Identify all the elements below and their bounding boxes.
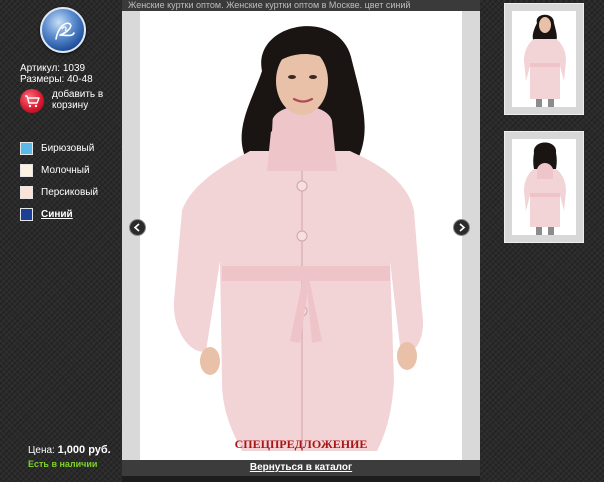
color-list: Бирюзовый Молочный Персиковый Синий	[20, 137, 98, 225]
chevron-left-icon	[133, 223, 140, 232]
image-title: Женские куртки оптом. Женские куртки опт…	[122, 0, 480, 11]
thumbnail-front[interactable]	[504, 3, 584, 115]
color-name: Бирюзовый	[41, 142, 95, 154]
color-swatch	[20, 185, 33, 199]
thumbnail-image	[512, 139, 576, 235]
color-swatch	[20, 163, 33, 177]
thumbnail-back[interactable]	[504, 131, 584, 243]
back-bar: Вернуться в каталог	[122, 460, 480, 476]
color-name: Молочный	[41, 164, 90, 176]
color-option-blue[interactable]: Синий	[20, 203, 98, 225]
brand-logo[interactable]	[40, 7, 86, 53]
color-option-milky[interactable]: Молочный	[20, 159, 98, 181]
previous-image-button[interactable]	[129, 219, 146, 236]
price-label: Цена:	[28, 445, 55, 456]
stock-status: Есть в наличии	[28, 459, 98, 469]
color-name: Персиковый	[41, 186, 99, 198]
color-swatch	[20, 207, 33, 221]
logo-icon	[55, 22, 75, 40]
add-to-cart-button[interactable]: добавить в корзину	[20, 89, 112, 113]
thumbnail-image	[512, 11, 576, 107]
cart-icon	[20, 89, 44, 113]
viewer-bottom-edge	[122, 476, 480, 482]
price-value: 1,000 руб.	[57, 444, 111, 456]
color-option-peach[interactable]: Персиковый	[20, 181, 98, 203]
special-offer-label: СПЕЦПРЕДЛОЖЕНИЕ	[234, 437, 368, 451]
add-to-cart-label: добавить в корзину	[52, 89, 104, 111]
color-name: Синий	[41, 208, 73, 220]
back-to-catalog-link[interactable]: Вернуться в каталог	[250, 462, 352, 473]
next-image-button[interactable]	[453, 219, 470, 236]
color-swatch	[20, 141, 33, 155]
product-image-viewer[interactable]: СПЕЦПРЕДЛОЖЕНИЕ	[122, 11, 480, 460]
color-option-turquoise[interactable]: Бирюзовый	[20, 137, 98, 159]
product-photo	[173, 26, 423, 451]
product-article: Артикул: 1039	[20, 63, 86, 74]
chevron-right-icon	[459, 223, 466, 232]
product-price: Цена: 1,000 руб.	[28, 444, 111, 456]
product-sizes: Размеры: 40-48	[20, 74, 93, 85]
